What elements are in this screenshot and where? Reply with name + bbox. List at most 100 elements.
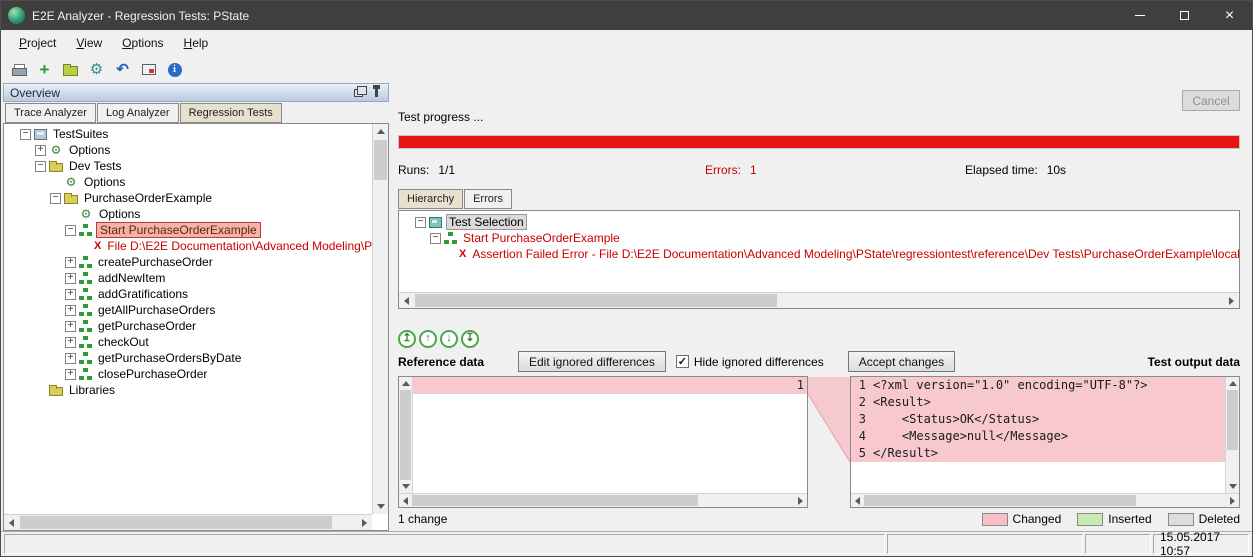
tree-expander-icon[interactable] (65, 369, 76, 380)
cancel-button[interactable]: Cancel (1182, 90, 1240, 111)
vertical-scrollbar[interactable] (372, 124, 388, 514)
tree-item[interactable]: addNewItem (4, 270, 388, 286)
pin-icon[interactable] (375, 89, 378, 97)
report-button[interactable] (137, 58, 160, 81)
scroll-up-arrow[interactable] (373, 124, 388, 139)
tree-expander-icon[interactable] (65, 337, 76, 348)
scroll-left-arrow[interactable] (4, 515, 19, 530)
tree-expander-icon[interactable] (35, 145, 46, 156)
maximize-button[interactable] (1162, 1, 1207, 30)
minimize-button[interactable] (1117, 1, 1162, 30)
info-button[interactable] (163, 58, 186, 81)
tree-item[interactable]: Assertion Failed Error - File D:\E2E Doc… (399, 246, 1239, 262)
tree-expander-icon[interactable] (20, 129, 31, 140)
tab-regression-tests[interactable]: Regression Tests (180, 103, 282, 123)
scroll-right-arrow[interactable] (357, 515, 372, 530)
tree-expander-icon[interactable] (65, 321, 76, 332)
tree-node-icon (79, 207, 93, 221)
tab-hierarchy[interactable]: Hierarchy (398, 189, 463, 209)
scroll-left-arrow[interactable] (851, 494, 864, 507)
horizontal-scrollbar[interactable] (399, 493, 807, 507)
accept-changes-button[interactable]: Accept changes (848, 351, 955, 372)
scroll-thumb[interactable] (412, 495, 698, 506)
settings-button[interactable] (85, 58, 108, 81)
tree-item[interactable]: Test Selection (399, 214, 1239, 230)
tree-item[interactable]: createPurchaseOrder (4, 254, 388, 270)
tree-item[interactable]: Start PurchaseOrderExample (399, 230, 1239, 246)
tree-item[interactable]: PurchaseOrderExample (4, 190, 388, 206)
tree-item[interactable]: Options (4, 142, 388, 158)
tab-log-analyzer[interactable]: Log Analyzer (97, 103, 179, 123)
scroll-up-arrow[interactable] (1226, 377, 1239, 390)
vertical-scrollbar[interactable] (399, 377, 413, 493)
tree-expander-icon[interactable] (50, 193, 61, 204)
scroll-thumb[interactable] (400, 390, 411, 480)
close-button[interactable]: × (1207, 1, 1252, 30)
tree-expander-icon[interactable] (65, 289, 76, 300)
tree-item[interactable]: Start PurchaseOrderExample (4, 222, 388, 238)
horizontal-splitter[interactable] (394, 311, 1250, 325)
undo-button[interactable] (111, 58, 134, 81)
tree-expander-icon[interactable] (35, 161, 46, 172)
add-button[interactable] (33, 58, 56, 81)
checkbox-icon[interactable] (676, 355, 689, 368)
tree-item[interactable]: getPurchaseOrdersByDate (4, 350, 388, 366)
tree-expander-icon[interactable] (430, 233, 441, 244)
last-difference-button[interactable] (461, 330, 479, 348)
scroll-down-arrow[interactable] (399, 480, 412, 493)
tree-item[interactable]: Dev Tests (4, 158, 388, 174)
vertical-scrollbar[interactable] (1225, 377, 1239, 493)
hide-ignored-differences-checkbox[interactable]: Hide ignored differences (676, 355, 824, 369)
scroll-thumb[interactable] (374, 140, 387, 180)
scroll-thumb[interactable] (1227, 390, 1238, 450)
title-bar[interactable]: E2E Analyzer - Regression Tests: PState … (1, 1, 1252, 30)
horizontal-scrollbar[interactable] (851, 493, 1239, 507)
tree-expander-icon[interactable] (65, 353, 76, 364)
float-window-icon[interactable] (354, 89, 363, 97)
scroll-thumb[interactable] (20, 516, 332, 529)
print-button[interactable] (7, 58, 30, 81)
scroll-down-arrow[interactable] (373, 499, 388, 514)
scroll-left-arrow[interactable] (399, 494, 412, 507)
tree-item[interactable]: addGratifications (4, 286, 388, 302)
tab-errors[interactable]: Errors (464, 189, 512, 209)
menu-help[interactable]: Help (174, 32, 219, 54)
tree-expander-icon[interactable] (65, 273, 76, 284)
scroll-down-arrow[interactable] (1226, 480, 1239, 493)
tree-item[interactable]: File D:\E2E Documentation\Advanced Model… (4, 238, 388, 254)
tree-item[interactable]: checkOut (4, 334, 388, 350)
tab-trace-analyzer[interactable]: Trace Analyzer (5, 103, 96, 123)
scroll-up-arrow[interactable] (399, 377, 412, 390)
scroll-left-arrow[interactable] (399, 293, 414, 308)
horizontal-scrollbar[interactable] (4, 514, 372, 530)
scroll-thumb[interactable] (415, 294, 777, 307)
menu-project[interactable]: Project (9, 32, 66, 54)
overview-panel: Overview Trace Analyzer Log Analyzer Reg… (3, 83, 389, 531)
tree-expander-icon[interactable] (65, 225, 76, 236)
edit-ignored-differences-button[interactable]: Edit ignored differences (518, 351, 666, 372)
tree-expander-icon[interactable] (65, 257, 76, 268)
app-logo-icon[interactable] (8, 7, 25, 24)
tree-item[interactable]: closePurchaseOrder (4, 366, 388, 382)
tree-expander-icon[interactable] (415, 217, 426, 228)
scroll-right-arrow[interactable] (1226, 494, 1239, 507)
arrow-icon (425, 333, 431, 344)
previous-difference-button[interactable] (419, 330, 437, 348)
tree-item[interactable]: Options (4, 206, 388, 222)
tree-item[interactable]: TestSuites (4, 126, 388, 142)
next-difference-button[interactable] (440, 330, 458, 348)
tree-item[interactable]: getPurchaseOrder (4, 318, 388, 334)
first-difference-button[interactable] (398, 330, 416, 348)
tree-node-icon (79, 336, 92, 348)
tree-item[interactable]: Options (4, 174, 388, 190)
menu-view[interactable]: View (66, 32, 112, 54)
open-button[interactable] (59, 58, 82, 81)
tree-item[interactable]: getAllPurchaseOrders (4, 302, 388, 318)
tree-item[interactable]: Libraries (4, 382, 388, 398)
tree-expander-icon[interactable] (65, 305, 76, 316)
scroll-thumb[interactable] (864, 495, 1136, 506)
menu-options[interactable]: Options (112, 32, 173, 54)
scroll-right-arrow[interactable] (794, 494, 807, 507)
horizontal-scrollbar[interactable] (399, 292, 1239, 308)
scroll-right-arrow[interactable] (1224, 293, 1239, 308)
